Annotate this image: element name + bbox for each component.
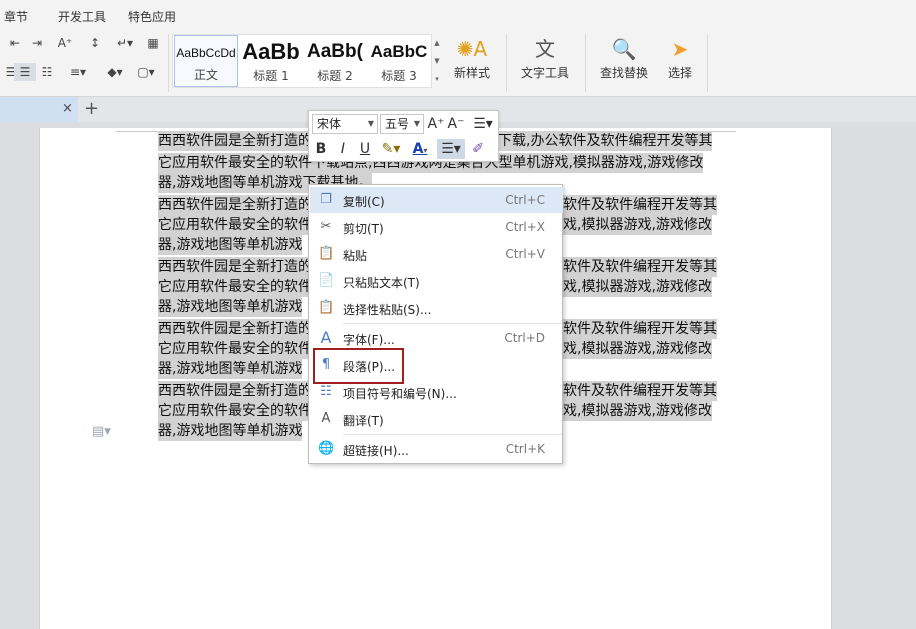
doc-line-fragment[interactable]: 下载,办公软件及软件编程开发等其 <box>498 131 713 151</box>
font-size-select[interactable]: 五号 ▼ <box>380 114 424 134</box>
new-style-button[interactable]: ✺A 新样式 <box>448 34 496 90</box>
copy-icon: ❐ <box>320 192 332 207</box>
menu-item-translate[interactable]: A 翻译(T) <box>310 406 563 432</box>
ribbon-separator <box>168 34 169 92</box>
menu-tab-features[interactable]: 特色应用 <box>128 8 176 25</box>
doc-line[interactable]: 西西软件园是全新打造的 <box>158 131 312 151</box>
highlight-icon[interactable]: ✎▾ <box>377 139 405 159</box>
doc-line[interactable]: 西西软件园是全新打造的 <box>158 319 312 339</box>
ribbon-separator <box>707 34 708 92</box>
cursor-arrow-icon: ➤ <box>671 37 689 61</box>
menu-item-copy[interactable]: ❐ 复制(C) Ctrl+C <box>310 187 563 213</box>
annotation-highlight-box <box>313 348 404 384</box>
doc-line[interactable]: 西西软件园是全新打造的 <box>158 257 312 277</box>
shrink-font-button[interactable]: A⁻ <box>447 114 465 134</box>
text-direction-icon[interactable]: A⁺ <box>52 34 78 52</box>
increase-indent-icon[interactable]: ⇥ <box>26 34 48 52</box>
text-tools-icon: 文 <box>535 37 555 61</box>
bold-button[interactable]: B <box>312 139 330 159</box>
font-icon: A <box>320 328 332 347</box>
ribbon-separator <box>506 34 507 92</box>
menu-item-paste[interactable]: 📋 粘贴 Ctrl+V <box>310 241 563 267</box>
paste-text-icon: 📄 <box>318 273 335 288</box>
menu-item-cut[interactable]: ✂ 剪切(T) Ctrl+X <box>310 214 563 240</box>
doc-line-fragment[interactable]: 软件及软件编程开发等其 <box>563 195 717 215</box>
doc-line-fragment[interactable]: 戏,模拟器游戏,游戏修改 <box>563 277 712 297</box>
sort-icon[interactable]: ↕ <box>84 34 106 52</box>
menu-tab-developer[interactable]: 开发工具 <box>58 8 106 25</box>
menu-tab-section[interactable]: 章节 <box>4 8 28 25</box>
line-spacing-icon[interactable]: ☰▾ <box>469 114 497 134</box>
doc-line[interactable]: 它应用软件最安全的软件 <box>158 401 312 421</box>
doc-line[interactable]: 器,游戏地图等单机游戏 <box>158 359 303 379</box>
new-style-icon: ✺A <box>456 37 488 61</box>
style-normal[interactable]: AaBbCcDd 正文 <box>174 35 238 87</box>
doc-line[interactable]: 器,游戏地图等单机游戏 <box>158 421 303 441</box>
menu-separator <box>343 434 562 435</box>
translate-icon: A <box>321 411 331 426</box>
style-heading-3[interactable]: AaBbC 标题 3 <box>367 35 431 87</box>
grow-font-button[interactable]: A⁺ <box>427 114 445 134</box>
border-icon[interactable]: ▢▾ <box>132 63 160 81</box>
table-icon[interactable]: ▦ <box>142 34 164 52</box>
italic-button[interactable]: I <box>334 139 352 159</box>
show-marks-icon[interactable]: ↵▾ <box>112 34 138 52</box>
paste-icon: 📋 <box>318 246 335 261</box>
text-tools-button[interactable]: 文 文字工具 <box>515 34 575 90</box>
mini-format-toolbar: 宋体 ▼ 五号 ▼ A⁺ A⁻ ☰▾ B I U ✎▾ A▾ ☰▾ ✐ <box>308 110 499 162</box>
doc-line[interactable]: 它应用软件最安全的软件 <box>158 277 312 297</box>
align-icon[interactable]: ☰▾ <box>437 139 465 159</box>
doc-line-fragment[interactable]: 戏,模拟器游戏,游戏修改 <box>563 339 712 359</box>
distribute-icon[interactable]: ☷ <box>36 63 58 81</box>
menu-item-hyperlink[interactable]: 🌐 超链接(H)... Ctrl+K <box>310 436 563 462</box>
doc-line-fragment[interactable]: 戏,模拟器游戏,游戏修改 <box>563 215 712 235</box>
document-tab[interactable]: × <box>0 97 78 122</box>
justify-icon[interactable]: ☰ <box>14 63 36 81</box>
hyperlink-icon: 🌐 <box>318 441 335 456</box>
line-spacing-icon[interactable]: ≡▾ <box>64 63 92 81</box>
find-replace-icon: 🔍 <box>611 37 637 61</box>
menu-item-paste-text-only[interactable]: 📄 只粘贴文本(T) <box>310 268 563 294</box>
style-gallery: AaBbCcDd 正文 AaBb 标题 1 AaBb( 标题 2 AaBbC 标… <box>172 34 442 88</box>
list-numbering-icon: ☷ <box>320 384 332 399</box>
context-menu: ❐ 复制(C) Ctrl+C ✂ 剪切(T) Ctrl+X 📋 粘贴 Ctrl+… <box>308 184 563 464</box>
doc-line[interactable]: 它应用软件最安全的软件 <box>158 215 312 235</box>
style-heading-2[interactable]: AaBb( 标题 2 <box>303 35 367 87</box>
find-replace-button[interactable]: 🔍 查找替换 <box>594 34 654 90</box>
doc-line-fragment[interactable]: 软件及软件编程开发等其 <box>563 381 717 401</box>
menu-item-paste-special[interactable]: 📋 选择性粘贴(S)... <box>310 295 563 321</box>
select-button[interactable]: ➤ 选择 <box>660 34 700 90</box>
ribbon: ⇤ ⇥ A⁺ ↕ ↵▾ ▦ ☰ ☰ ☷ ≡▾ ◆▾ ▢▾ AaBbCcDd 正文… <box>0 30 916 97</box>
doc-line[interactable]: 器,游戏地图等单机游戏 <box>158 297 303 317</box>
cut-icon: ✂ <box>320 219 332 234</box>
ribbon-separator <box>585 34 586 92</box>
underline-button[interactable]: U <box>356 139 374 159</box>
doc-line-fragment[interactable]: 戏,模拟器游戏,游戏修改 <box>563 401 712 421</box>
chevron-down-icon: ▼ <box>367 119 374 128</box>
close-icon[interactable]: × <box>62 101 73 116</box>
chevron-down-icon: ▼ <box>413 119 420 128</box>
font-color-button[interactable]: A▾ <box>407 139 433 159</box>
new-tab-button[interactable]: + <box>84 98 99 119</box>
shading-icon[interactable]: ◆▾ <box>100 63 130 81</box>
doc-line[interactable]: 西西软件园是全新打造的 <box>158 195 312 215</box>
menu-separator <box>343 323 562 324</box>
format-painter-icon[interactable]: ✐ <box>469 139 487 159</box>
doc-line[interactable]: 它应用软件最安全的软件 <box>158 339 312 359</box>
menu-bar: 章节 开发工具 特色应用 <box>0 0 916 30</box>
style-gallery-scroll[interactable]: ▲ ▼ ▾ <box>431 34 442 88</box>
style-heading-1[interactable]: AaBb 标题 1 <box>239 35 303 87</box>
doc-line-fragment[interactable]: 软件及软件编程开发等其 <box>563 257 717 277</box>
font-select[interactable]: 宋体 ▼ <box>312 114 378 134</box>
decrease-indent-icon[interactable]: ⇤ <box>4 34 26 52</box>
doc-line-fragment[interactable]: 软件及软件编程开发等其 <box>563 319 717 339</box>
paragraph-options-icon[interactable]: ▤▾ <box>92 424 111 439</box>
paste-special-icon: 📋 <box>318 300 335 315</box>
doc-line[interactable]: 器,游戏地图等单机游戏 <box>158 235 303 255</box>
doc-line[interactable]: 西西软件园是全新打造的 <box>158 381 312 401</box>
